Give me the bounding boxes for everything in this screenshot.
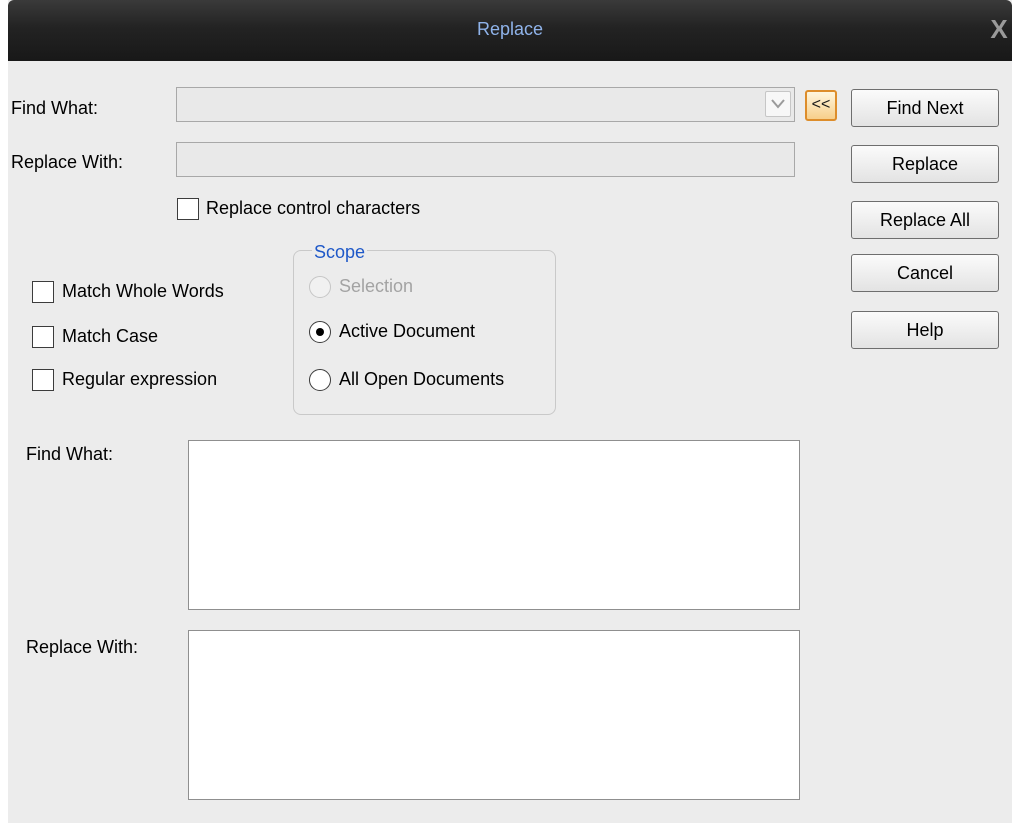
scope-active-document-radio[interactable]: [309, 321, 331, 343]
scope-title: Scope: [312, 242, 368, 263]
chevron-down-icon: [771, 99, 785, 109]
replace-control-characters-checkbox[interactable]: [177, 198, 199, 220]
help-button[interactable]: Help: [851, 311, 999, 349]
match-case-label[interactable]: Match Case: [62, 326, 158, 347]
match-case-checkbox[interactable]: [32, 326, 54, 348]
scope-selection-label: Selection: [339, 276, 414, 296]
find-next-button[interactable]: Find Next: [851, 89, 999, 127]
find-history-dropdown-button[interactable]: [765, 91, 791, 117]
find-what-text-label: Find What:: [26, 444, 114, 464]
close-icon[interactable]: X: [986, 14, 1012, 44]
scope-all-open-documents-label[interactable]: All Open Documents: [339, 369, 504, 390]
replace-dialog: Replace X Find What: << Replace With: Re…: [8, 0, 1012, 823]
regular-expression-checkbox[interactable]: [32, 369, 54, 391]
replace-with-textarea[interactable]: [188, 630, 800, 800]
replace-with-label: Replace With:: [11, 152, 124, 172]
find-what-textarea[interactable]: [188, 440, 800, 610]
match-whole-words-label[interactable]: Match Whole Words: [62, 281, 224, 302]
replace-control-characters-label[interactable]: Replace control characters: [206, 198, 420, 219]
find-what-combobox[interactable]: [176, 87, 795, 122]
scope-all-open-documents-radio[interactable]: [309, 369, 331, 391]
match-whole-words-checkbox[interactable]: [32, 281, 54, 303]
find-what-label: Find What:: [11, 98, 99, 118]
regular-expression-label[interactable]: Regular expression: [62, 369, 217, 390]
window-title: Replace: [476, 19, 544, 39]
replace-with-field[interactable]: [176, 142, 795, 177]
replace-with-text-label: Replace With:: [26, 637, 139, 657]
replace-button[interactable]: Replace: [851, 145, 999, 183]
scope-selection-radio: [309, 276, 331, 298]
radio-selected-dot: [316, 328, 324, 336]
replace-all-button[interactable]: Replace All: [851, 201, 999, 239]
scope-active-document-label[interactable]: Active Document: [339, 321, 475, 342]
cancel-button[interactable]: Cancel: [851, 254, 999, 292]
title-bar[interactable]: Replace X: [8, 0, 1012, 61]
collapse-options-button[interactable]: <<: [805, 90, 837, 121]
